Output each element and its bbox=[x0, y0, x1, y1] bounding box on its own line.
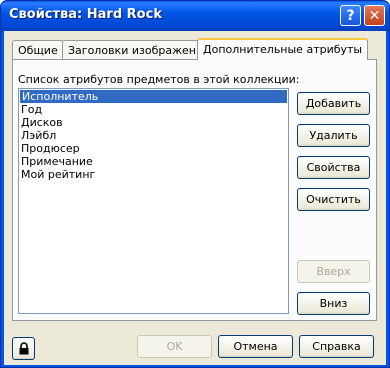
properties-button[interactable]: Свойства bbox=[297, 156, 370, 179]
list-item[interactable]: Мой рейтинг bbox=[19, 168, 288, 181]
cancel-button[interactable]: Отмена bbox=[218, 335, 293, 358]
list-item[interactable]: Год bbox=[19, 103, 288, 116]
window-title: Свойства: Hard Rock bbox=[9, 7, 162, 22]
lock-button[interactable] bbox=[12, 337, 35, 360]
move-down-button[interactable]: Вниз bbox=[297, 292, 370, 315]
move-up-button[interactable]: Вверх bbox=[297, 260, 370, 283]
list-item[interactable]: Дисков bbox=[19, 116, 288, 129]
clear-button[interactable]: Очистить bbox=[297, 188, 370, 211]
title-bar[interactable]: Свойства: Hard Rock ? ✕ bbox=[1, 1, 389, 31]
tab-image-captions[interactable]: Заголовки изображений bbox=[62, 40, 217, 60]
list-item[interactable]: Лэйбл bbox=[19, 129, 288, 142]
help-title-button[interactable]: ? bbox=[340, 5, 361, 26]
tab-general[interactable]: Общие bbox=[12, 40, 64, 60]
help-button[interactable]: Справка bbox=[299, 335, 374, 358]
attributes-list-label: Список атрибутов предметов в этой коллек… bbox=[18, 73, 300, 86]
dialog-body: Общие Заголовки изображений Дополнительн… bbox=[4, 31, 386, 365]
list-item[interactable]: Исполнитель bbox=[20, 90, 287, 103]
list-item[interactable]: Примечание bbox=[19, 155, 288, 168]
lock-icon bbox=[19, 342, 28, 355]
tab-extra-attributes[interactable]: Дополнительные атрибуты bbox=[197, 38, 369, 60]
delete-button[interactable]: Удалить bbox=[297, 124, 370, 147]
ok-button[interactable]: OK bbox=[137, 335, 212, 358]
attributes-listbox[interactable]: Исполнитель Год Дисков Лэйбл Продюсер Пр… bbox=[18, 88, 289, 314]
close-button[interactable]: ✕ bbox=[364, 5, 385, 26]
properties-dialog: Свойства: Hard Rock ? ✕ Общие Заголовки … bbox=[0, 0, 390, 368]
add-button[interactable]: Добавить bbox=[297, 92, 370, 115]
list-item[interactable]: Продюсер bbox=[19, 142, 288, 155]
